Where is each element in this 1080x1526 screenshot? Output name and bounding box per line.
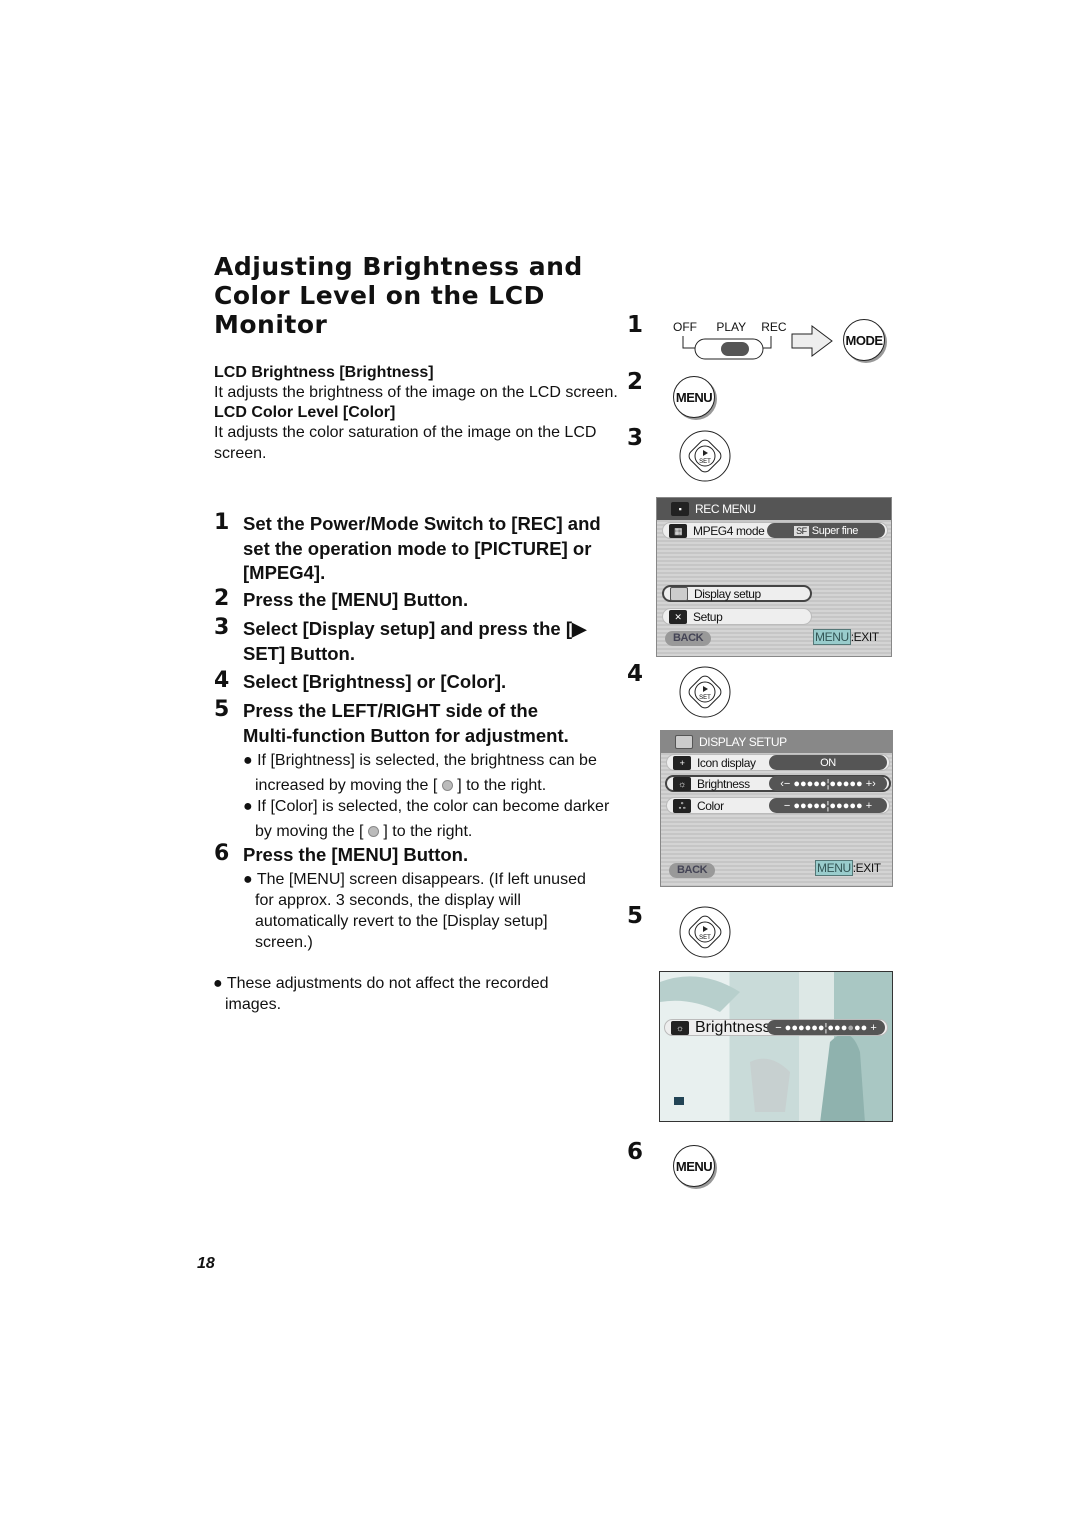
menu-button-icon: MENU xyxy=(673,376,715,418)
scene-image xyxy=(660,976,865,1121)
icon-display-icon: + xyxy=(673,755,691,770)
slider-knob-icon xyxy=(441,780,453,791)
step-text: Select [Display setup] and press the [▶ … xyxy=(243,618,587,664)
svg-text:SET: SET xyxy=(699,695,711,701)
intro: LCD Brightness [Brightness] It adjusts t… xyxy=(214,364,619,464)
step6-bullet: ● The [MENU] screen disappears. (If left… xyxy=(243,871,586,951)
quality-value: SF Super fine xyxy=(767,523,885,538)
svg-text:SET: SET xyxy=(699,935,711,941)
bullet: ● If [Color] is selected, the color can … xyxy=(243,798,610,840)
slider-knob-icon xyxy=(367,826,379,837)
multi-function-button-icon: SET xyxy=(675,666,735,722)
display-setup-screen: DISPLAY SETUP + Icon display ON ☼ Brightne… xyxy=(660,730,893,887)
step-number: 4 xyxy=(214,668,230,693)
sun-icon: ☼ xyxy=(671,1020,689,1035)
intro-heading: LCD Color Level [Color] xyxy=(214,404,396,421)
icon-display-value: ON xyxy=(769,755,887,770)
figure-step-number: 2 xyxy=(627,369,644,395)
step-number: 5 xyxy=(214,697,230,722)
figure-step-number: 1 xyxy=(627,312,644,338)
display-setup-header: DISPLAY SETUP xyxy=(661,731,892,753)
mpeg4-icon: ▦ xyxy=(669,523,687,538)
step-number: 3 xyxy=(214,615,230,640)
step-number: 2 xyxy=(214,586,230,611)
page-number: 18 xyxy=(197,1255,215,1272)
menu-button-icon: MENU xyxy=(673,1145,715,1187)
note: ● These adjustments do not affect the re… xyxy=(213,975,549,1013)
step5-bullets: ● If [Brightness] is selected, the brigh… xyxy=(243,748,618,844)
setup-item: ✕ Setup xyxy=(662,608,812,625)
color-slider: − ●●●●●¦●●●●● + xyxy=(769,798,887,813)
rec-menu-header: ▪ REC MENU xyxy=(657,498,891,520)
bullet: ● If [Brightness] is selected, the brigh… xyxy=(243,752,597,794)
arrow-right-icon xyxy=(791,325,833,357)
intro-text: It adjusts the brightness of the image o… xyxy=(214,384,618,401)
back-label: BACK xyxy=(665,631,712,646)
mode-button-icon: MODE xyxy=(843,319,885,361)
menu-exit-label: MENU:EXIT xyxy=(813,629,879,645)
brightness-slider: ‹− ●●●●●¦●●●●● +› xyxy=(769,776,887,791)
figure-step-number: 3 xyxy=(627,425,644,451)
svg-text:SET: SET xyxy=(699,459,711,465)
step-text: Press the [MENU] Button. xyxy=(243,844,469,865)
page-title: Adjusting Brightness and Color Level on … xyxy=(214,252,583,339)
multi-function-button-icon: SET xyxy=(675,906,735,962)
brightness-slider: − ●●●●●●¦●●● ● ●● + xyxy=(767,1020,885,1035)
color-icon: ஃ xyxy=(673,798,691,813)
intro-text: It adjusts the color saturation of the i… xyxy=(214,424,597,462)
slide-switch-icon xyxy=(682,336,772,360)
figure-step-number: 5 xyxy=(627,903,644,929)
figure-step-number: 4 xyxy=(627,661,644,687)
step-text: Select [Brightness] or [Color]. xyxy=(243,671,507,692)
sun-icon: ☼ xyxy=(673,776,691,791)
step-number: 6 xyxy=(214,841,230,866)
display-icon xyxy=(670,586,688,601)
step-text: Press the LEFT/RIGHT side of the Multi-f… xyxy=(243,700,569,746)
multi-function-button-icon: SET xyxy=(675,430,735,486)
step-number: 1 xyxy=(214,510,230,535)
display-icon xyxy=(675,735,693,749)
intro-heading: LCD Brightness [Brightness] xyxy=(214,364,434,381)
movie-icon: ▪ xyxy=(671,502,689,516)
step-text: Set the Power/Mode Switch to [REC] and s… xyxy=(243,513,601,583)
rec-menu-screen: ▪ REC MENU ▦ MPEG4 mode SF Super fine Displ… xyxy=(656,497,892,657)
step-text: Press the [MENU] Button. xyxy=(243,589,469,610)
display-setup-item: Display setup xyxy=(662,585,812,602)
back-label: BACK xyxy=(669,863,716,878)
menu-exit-label: MENU:EXIT xyxy=(815,860,881,876)
tools-icon: ✕ xyxy=(669,609,687,624)
figure-step-number: 6 xyxy=(627,1139,644,1165)
power-mode-switch: OFF PLAY REC xyxy=(673,320,793,362)
brightness-adjust-screen: ☼ Brightness − ●●●●●●¦●●● ● ●● + xyxy=(659,971,893,1122)
